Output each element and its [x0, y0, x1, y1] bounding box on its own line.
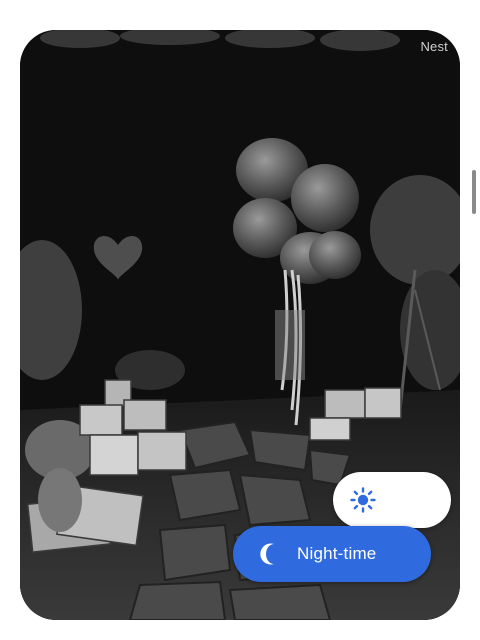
night-time-button[interactable]: Night-time — [233, 526, 431, 582]
camera-feed: Nest Night-time — [20, 30, 460, 620]
planter-left — [38, 468, 82, 532]
sun-icon — [350, 487, 376, 513]
day-mode-toggle[interactable] — [333, 472, 451, 528]
moon-icon — [260, 543, 274, 565]
scroll-handle[interactable] — [472, 170, 476, 214]
brand-label: Nest — [420, 39, 448, 54]
night-time-label: Night-time — [297, 544, 377, 563]
